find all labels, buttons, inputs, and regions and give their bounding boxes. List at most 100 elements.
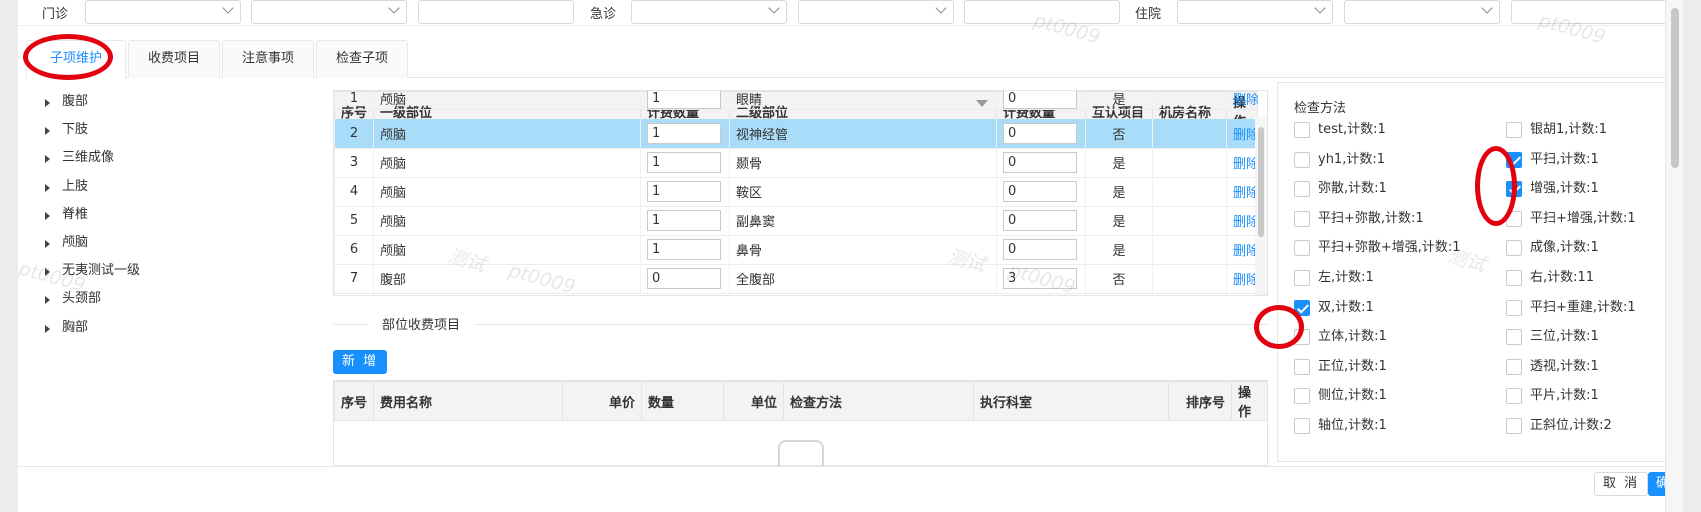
table-row[interactable]: 6 颅脑 1 鼻骨 0 是 删除 <box>334 235 1258 265</box>
delete-link[interactable]: 删除 <box>1226 235 1258 265</box>
checkbox-icon[interactable] <box>1294 388 1310 405</box>
qty-input[interactable]: 3 <box>1003 268 1077 289</box>
caret-right-icon[interactable] <box>45 127 50 136</box>
checkbox-icon[interactable] <box>1506 358 1522 375</box>
delete-link[interactable]: 删除 <box>1226 177 1258 207</box>
caret-right-icon[interactable] <box>45 211 50 220</box>
tree-node[interactable]: 腹部 <box>40 88 290 116</box>
method-checkbox-item[interactable]: 双,计数:1 <box>1294 299 1374 319</box>
qty-input[interactable]: 1 <box>647 152 721 173</box>
table-row[interactable]: 5 颅脑 1 副鼻窦 0 是 删除 <box>334 206 1258 236</box>
checkbox-icon[interactable] <box>1294 329 1310 346</box>
tree-node[interactable]: 三维成像 <box>40 144 290 172</box>
caret-right-icon[interactable] <box>45 99 50 107</box>
scrollbar-thumb[interactable] <box>1258 127 1264 237</box>
emergency-select-2[interactable] <box>798 0 954 24</box>
inpatient-select-2[interactable] <box>1344 0 1500 24</box>
tab-exam-subitems[interactable]: 检查子项 <box>316 40 408 78</box>
checkbox-icon[interactable] <box>1294 418 1310 434</box>
table-row[interactable]: 2 颅脑 1 视神经管 0 否 删除 <box>334 119 1258 149</box>
tab-notes[interactable]: 注意事项 <box>222 40 314 78</box>
delete-link[interactable]: 删除 <box>1226 148 1258 178</box>
caret-right-icon[interactable] <box>45 183 50 192</box>
method-checkbox-item[interactable]: 三位,计数:1 <box>1506 328 1599 348</box>
tree-node[interactable]: 下肢 <box>40 116 290 144</box>
dialog-scrollbar[interactable] <box>1665 0 1683 512</box>
tab-charge-items[interactable]: 收费项目 <box>128 40 220 78</box>
table-row[interactable]: 3 颅脑 1 颞骨 0 是 删除 <box>334 148 1258 178</box>
method-checkbox-item[interactable]: 正斜位,计数:2 <box>1506 417 1612 437</box>
tree-node[interactable]: 颅脑 <box>40 229 290 257</box>
checkbox-checked-icon[interactable] <box>1294 299 1310 316</box>
tab-subitem-maintenance[interactable]: 子项维护 <box>26 40 126 79</box>
caret-right-icon[interactable] <box>45 155 50 164</box>
qty-input[interactable]: 0 <box>1003 239 1077 260</box>
method-checkbox-item[interactable]: 正位,计数:1 <box>1294 358 1387 378</box>
qty-input[interactable]: 1 <box>647 181 721 202</box>
qty-input[interactable]: 0 <box>1003 122 1077 144</box>
tree-node[interactable]: 胸部 <box>40 314 290 342</box>
qty-input[interactable]: 0 <box>1003 152 1077 173</box>
caret-right-icon[interactable] <box>45 324 50 333</box>
table-row[interactable]: 1 颅脑 1 眼睛 0 是 删除 <box>334 91 1258 110</box>
checkbox-icon[interactable] <box>1294 270 1310 286</box>
method-checkbox-item[interactable]: 银胡1,计数:1 <box>1506 121 1607 141</box>
checkbox-icon[interactable] <box>1506 329 1522 346</box>
tree-node[interactable]: 脊椎 <box>40 201 290 229</box>
caret-right-icon[interactable] <box>45 268 50 277</box>
delete-link[interactable]: 删除 <box>1226 119 1258 149</box>
method-checkbox-item[interactable]: 弥散,计数:1 <box>1294 180 1387 200</box>
qty-input[interactable]: 0 <box>1003 210 1077 231</box>
method-checkbox-item[interactable]: 立体,计数:1 <box>1294 328 1387 348</box>
method-checkbox-item[interactable]: 侧位,计数:1 <box>1294 387 1387 407</box>
outpatient-select-2[interactable] <box>251 0 407 24</box>
emergency-input[interactable] <box>964 0 1120 24</box>
method-checkbox-item[interactable]: 右,计数:11 <box>1506 269 1594 289</box>
tree-node[interactable]: 无夷测试一级 <box>40 257 290 285</box>
checkbox-icon[interactable] <box>1506 210 1522 227</box>
tree-node[interactable]: 头颈部 <box>40 285 290 313</box>
caret-right-icon[interactable] <box>45 239 50 248</box>
delete-link[interactable]: 删除 <box>1226 206 1258 236</box>
grid-scrollbar[interactable] <box>1255 117 1267 295</box>
method-checkbox-item[interactable]: 平扫+弥散+增强,计数:1 <box>1294 239 1461 259</box>
delete-link[interactable]: 删除 <box>1226 264 1258 294</box>
table-row[interactable]: 4 颅脑 1 鞍区 0 是 删除 <box>334 177 1258 207</box>
checkbox-icon[interactable] <box>1294 358 1310 375</box>
delete-link[interactable]: 删除 <box>1226 91 1258 110</box>
cancel-button[interactable]: 取 消 <box>1594 472 1649 496</box>
checkbox-icon[interactable] <box>1506 270 1522 286</box>
method-checkbox-item[interactable]: test,计数:1 <box>1294 121 1386 141</box>
method-checkbox-item[interactable]: 成像,计数:1 <box>1506 239 1599 259</box>
inpatient-input[interactable] <box>1511 0 1667 24</box>
checkbox-icon[interactable] <box>1506 388 1522 405</box>
checkbox-icon[interactable] <box>1506 122 1522 138</box>
checkbox-icon[interactable] <box>1294 240 1310 257</box>
method-checkbox-item[interactable]: 平扫,计数:1 <box>1506 151 1599 171</box>
method-checkbox-item[interactable]: 左,计数:1 <box>1294 269 1374 289</box>
checkbox-icon[interactable] <box>1294 210 1310 227</box>
tree-node[interactable]: 上肢 <box>40 173 290 201</box>
checkbox-icon[interactable] <box>1294 151 1310 168</box>
outpatient-select-1[interactable] <box>85 0 241 24</box>
qty-input[interactable]: 0 <box>1003 181 1077 202</box>
checkbox-icon[interactable] <box>1506 418 1522 434</box>
add-button[interactable]: 新 增 <box>333 350 388 374</box>
qty-input[interactable]: 1 <box>647 122 721 144</box>
checkbox-icon[interactable] <box>1506 299 1522 316</box>
inpatient-select-1[interactable] <box>1177 0 1333 24</box>
scrollbar-thumb[interactable] <box>1671 8 1679 168</box>
checkbox-icon[interactable] <box>1506 240 1522 257</box>
method-checkbox-item[interactable]: yh1,计数:1 <box>1294 151 1385 171</box>
checkbox-checked-icon[interactable] <box>1506 181 1522 198</box>
method-checkbox-item[interactable]: 透视,计数:1 <box>1506 358 1599 378</box>
qty-input[interactable]: 0 <box>647 268 721 289</box>
caret-right-icon[interactable] <box>45 296 50 305</box>
checkbox-checked-icon[interactable] <box>1506 151 1522 168</box>
table-row[interactable]: 7 腹部 0 全腹部 3 否 删除 <box>334 264 1258 294</box>
checkbox-icon[interactable] <box>1294 122 1310 138</box>
method-checkbox-item[interactable]: 增强,计数:1 <box>1506 180 1599 200</box>
method-checkbox-item[interactable]: 轴位,计数:1 <box>1294 417 1387 437</box>
method-checkbox-item[interactable]: 平扫+增强,计数:1 <box>1506 210 1636 230</box>
checkbox-icon[interactable] <box>1294 181 1310 198</box>
